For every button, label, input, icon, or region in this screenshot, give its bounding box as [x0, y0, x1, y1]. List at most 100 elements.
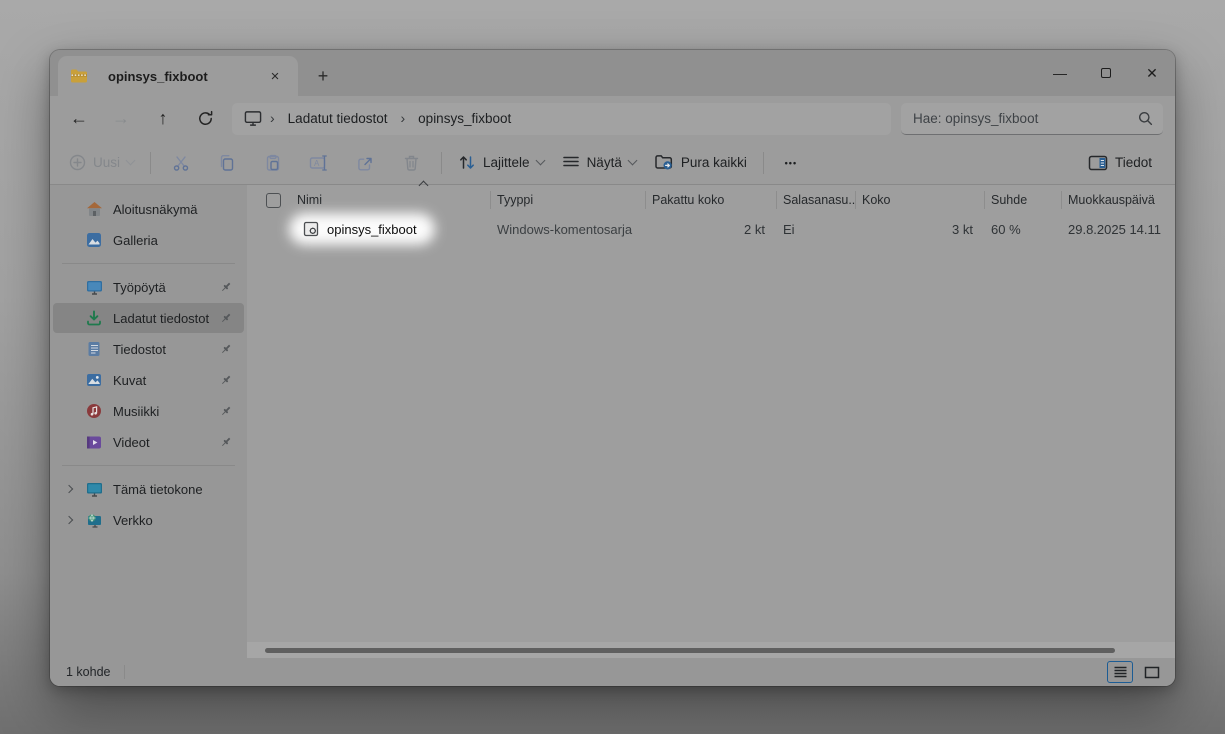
- search-input[interactable]: [913, 111, 1130, 126]
- sort-button[interactable]: Lajittele: [449, 146, 553, 180]
- breadcrumb: › Ladatut tiedostot › opinsys_fixboot: [232, 103, 891, 135]
- more-options-button[interactable]: •••: [774, 146, 808, 180]
- navigation-sidebar: Aloitusnäkymä Galleria: [50, 185, 247, 658]
- forward-button[interactable]: →: [100, 102, 142, 136]
- sidebar-item-gallery[interactable]: Galleria: [53, 225, 244, 255]
- gallery-icon: [85, 231, 103, 249]
- sidebar-divider: [62, 465, 235, 466]
- extract-folder-icon: [654, 154, 674, 171]
- details-pane-icon: [1088, 155, 1108, 171]
- large-icons-view-icon: [1144, 666, 1160, 679]
- maximize-icon: [1101, 68, 1111, 78]
- cut-button[interactable]: [161, 146, 201, 180]
- home-icon: [85, 200, 103, 218]
- column-header-packed-size[interactable]: Pakattu koko: [646, 191, 777, 209]
- sidebar-item-music[interactable]: Musiikki: [53, 396, 244, 426]
- pin-icon: [216, 436, 236, 448]
- share-button[interactable]: [345, 146, 385, 180]
- details-pane-button[interactable]: Tiedot: [1079, 146, 1161, 180]
- extract-all-button[interactable]: Pura kaikki: [645, 146, 756, 180]
- pin-icon: [216, 374, 236, 386]
- rename-button[interactable]: A: [299, 146, 339, 180]
- pin-icon: [216, 343, 236, 355]
- documents-icon: [85, 340, 103, 358]
- pin-icon: [216, 281, 236, 293]
- toolbar-separator: [441, 152, 442, 174]
- tab-opinsys-fixboot[interactable]: opinsys_fixboot ×: [58, 56, 298, 96]
- pictures-icon: [85, 371, 103, 389]
- horizontal-scrollbar-thumb[interactable]: [265, 648, 1115, 653]
- breadcrumb-item-ladatut-tiedostot[interactable]: Ladatut tiedostot: [281, 108, 395, 129]
- file-modified-date: 29.8.2025 14.11: [1062, 222, 1175, 237]
- file-ratio: 60 %: [985, 222, 1062, 237]
- minimize-button[interactable]: —: [1037, 50, 1083, 96]
- new-tab-button[interactable]: +: [308, 61, 338, 91]
- plus-circle-icon: [69, 154, 86, 171]
- svg-text:A: A: [314, 159, 320, 168]
- sidebar-item-this-pc[interactable]: Tämä tietokone: [53, 474, 244, 504]
- up-button[interactable]: ↑: [142, 102, 184, 136]
- sidebar-item-label: Galleria: [113, 233, 244, 248]
- sidebar-item-videos[interactable]: Videot: [53, 427, 244, 457]
- search-box[interactable]: [901, 103, 1163, 135]
- sidebar-item-downloads[interactable]: Ladatut tiedostot: [53, 303, 244, 333]
- column-header-type[interactable]: Tyyppi: [491, 191, 646, 209]
- large-icons-view-toggle[interactable]: [1139, 661, 1165, 683]
- refresh-button[interactable]: [184, 102, 226, 136]
- sidebar-item-label: Musiikki: [113, 404, 216, 419]
- view-toggle-group: [1107, 661, 1165, 683]
- details-pane-label: Tiedot: [1115, 155, 1152, 170]
- sidebar-item-documents[interactable]: Tiedostot: [53, 334, 244, 364]
- chevron-down-icon: [535, 156, 545, 166]
- sidebar-item-desktop[interactable]: Työpöytä: [53, 272, 244, 302]
- column-header-ratio[interactable]: Suhde: [985, 191, 1062, 209]
- music-icon: [85, 402, 103, 420]
- sidebar-item-label: Työpöytä: [113, 280, 216, 295]
- file-row-opinsys-fixboot[interactable]: opinsys_fixboot Windows-komentosarja 2 k…: [247, 214, 1175, 244]
- maximize-button[interactable]: [1083, 50, 1129, 96]
- desktop-location-icon[interactable]: [244, 110, 262, 128]
- downloads-icon: [85, 309, 103, 327]
- file-password-protected: Ei: [777, 222, 856, 237]
- expand-chevron-icon[interactable]: [53, 486, 85, 492]
- click-highlight: opinsys_fixboot: [297, 218, 427, 240]
- sidebar-item-home[interactable]: Aloitusnäkymä: [53, 194, 244, 224]
- new-button[interactable]: Uusi: [60, 146, 143, 180]
- this-pc-icon: [85, 480, 103, 498]
- sidebar-item-label: Ladatut tiedostot: [113, 311, 216, 326]
- back-button[interactable]: ←: [58, 102, 100, 136]
- sidebar-item-network[interactable]: Verkko: [53, 505, 244, 535]
- sidebar-item-pictures[interactable]: Kuvat: [53, 365, 244, 395]
- expand-chevron-icon[interactable]: [53, 517, 85, 523]
- file-type: Windows-komentosarja: [491, 222, 646, 237]
- view-button-label: Näytä: [587, 155, 622, 170]
- column-header-password[interactable]: Salasanasu...: [777, 191, 856, 209]
- column-header-modified[interactable]: Muokkauspäivä: [1062, 191, 1175, 209]
- details-view-toggle[interactable]: [1107, 661, 1133, 683]
- paste-button[interactable]: [253, 146, 293, 180]
- column-header-name[interactable]: Nimi: [291, 191, 491, 209]
- delete-button[interactable]: [391, 146, 431, 180]
- share-icon: [356, 154, 374, 172]
- tab-close-button[interactable]: ×: [262, 63, 288, 89]
- breadcrumb-item-opinsys-fixboot[interactable]: opinsys_fixboot: [411, 108, 518, 129]
- close-button[interactable]: ✕: [1129, 50, 1175, 96]
- sidebar-item-label: Verkko: [113, 513, 244, 528]
- tab-bar: opinsys_fixboot × + — ✕: [50, 50, 1175, 96]
- file-name: opinsys_fixboot: [327, 222, 417, 237]
- view-options-icon: [562, 155, 580, 170]
- file-packed-size: 2 kt: [646, 222, 777, 237]
- command-toolbar: Uusi A: [50, 141, 1175, 185]
- more-options-icon: •••: [785, 158, 797, 168]
- column-header-size[interactable]: Koko: [856, 191, 985, 209]
- select-all-checkbox[interactable]: [247, 193, 291, 208]
- explorer-window: opinsys_fixboot × + — ✕ ← → ↑: [50, 50, 1175, 686]
- copy-button[interactable]: [207, 146, 247, 180]
- view-button[interactable]: Näytä: [553, 146, 645, 180]
- scissors-icon: [172, 154, 190, 172]
- toolbar-separator: [763, 152, 764, 174]
- trash-icon: [403, 154, 420, 172]
- horizontal-scrollbar[interactable]: [247, 642, 1175, 658]
- item-count: 1 kohde: [66, 665, 110, 679]
- batch-file-icon: [303, 221, 319, 237]
